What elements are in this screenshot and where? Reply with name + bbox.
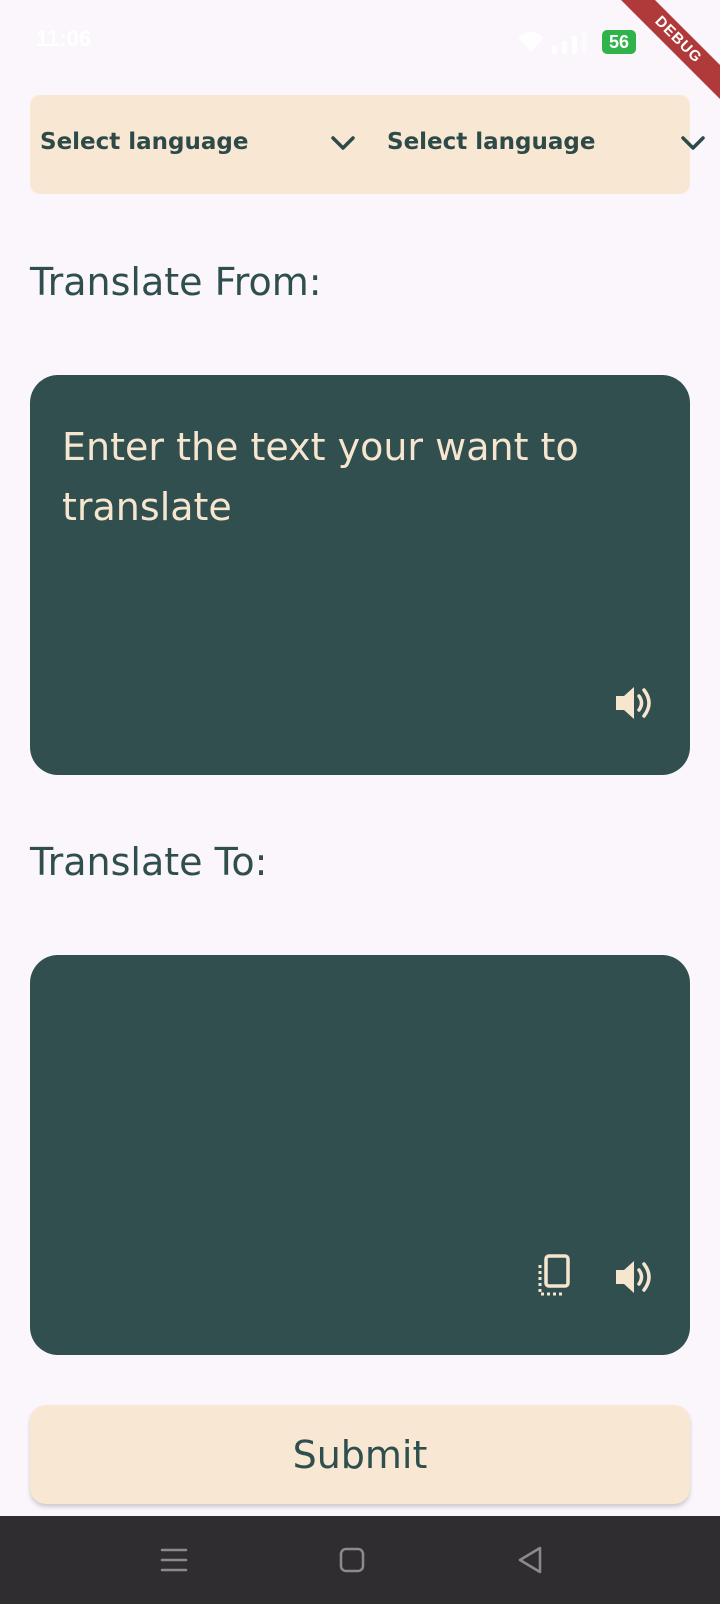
source-language-label: Select language [40,129,249,155]
chevron-down-icon [331,136,355,150]
debug-banner-label: DEBUG [612,0,720,106]
target-language-dropdown[interactable]: Select language [387,95,705,194]
speaker-icon[interactable] [612,1255,656,1299]
target-language-label: Select language [387,129,596,155]
translated-text-card [30,955,690,1355]
copy-icon[interactable] [532,1253,576,1297]
source-language-dropdown[interactable]: Select language [40,95,355,194]
translate-from-title: Translate From: [30,260,322,304]
menu-icon[interactable] [156,1542,192,1578]
debug-banner: DEBUG [610,0,720,110]
signal-icon [552,31,587,54]
speaker-icon[interactable] [612,681,656,725]
wifi-icon [518,32,544,52]
translate-to-title: Translate To: [30,840,268,884]
submit-button[interactable]: Submit [30,1405,690,1504]
system-navigation-bar [0,1516,720,1604]
source-text-card [30,375,690,775]
status-time: 11:06 [36,26,92,51]
home-icon[interactable] [334,1542,370,1578]
language-selector-bar: Select language Select language [30,95,705,194]
source-text-input[interactable] [60,415,654,649]
back-icon[interactable] [512,1542,548,1578]
translated-text-output [60,995,650,1225]
chevron-down-icon [681,136,705,150]
